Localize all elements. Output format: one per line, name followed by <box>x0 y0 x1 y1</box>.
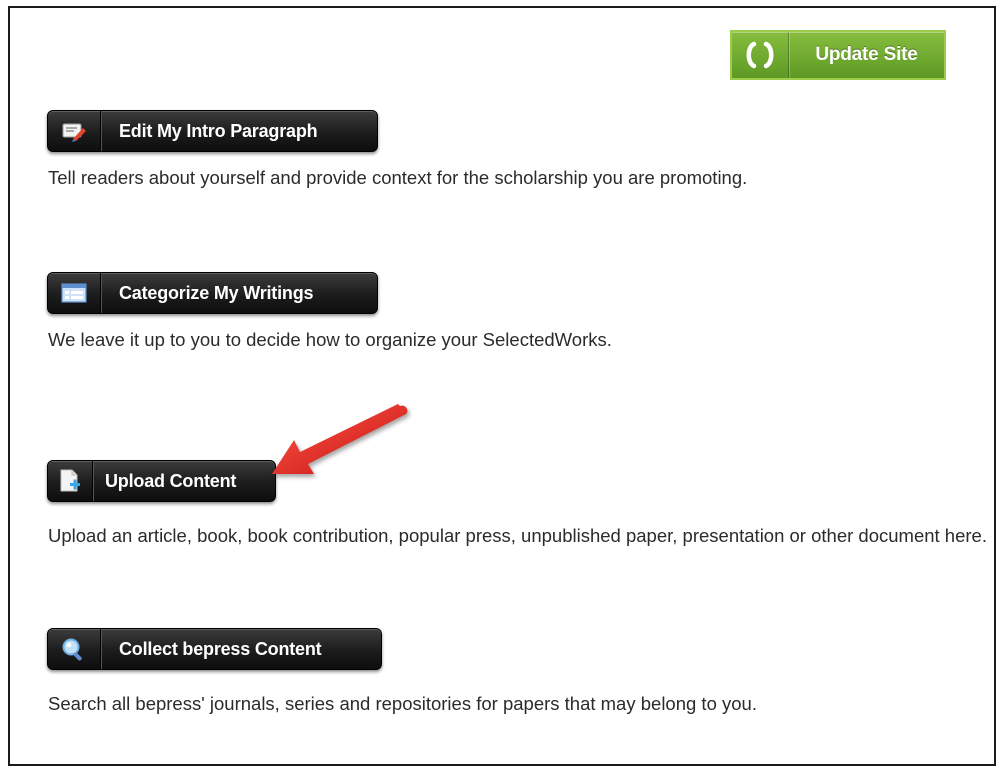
edit-intro-paragraph-button[interactable]: Edit My Intro Paragraph <box>47 110 378 152</box>
list-icon <box>48 273 101 313</box>
refresh-icon <box>732 32 789 78</box>
categorize-writings-button[interactable]: Categorize My Writings <box>47 272 378 314</box>
upload-document-icon <box>48 461 93 501</box>
edit-pencil-icon <box>48 111 101 151</box>
categorize-description: We leave it up to you to decide how to o… <box>48 329 612 350</box>
magnifier-icon <box>48 629 101 669</box>
edit-intro-paragraph-label: Edit My Intro Paragraph <box>119 120 318 141</box>
categorize-writings-label: Categorize My Writings <box>119 282 314 303</box>
update-site-label: Update Site <box>815 44 918 65</box>
collect-bepress-content-button[interactable]: Collect bepress Content <box>47 628 382 670</box>
upload-content-button[interactable]: Upload Content <box>47 460 276 502</box>
red-arrow-icon <box>272 404 408 474</box>
collect-bepress-content-label: Collect bepress Content <box>119 638 322 659</box>
edit-intro-description: Tell readers about yourself and provide … <box>48 167 748 188</box>
update-site-button[interactable]: Update Site <box>730 30 946 80</box>
upload-description: Upload an article, book, book contributi… <box>48 525 987 546</box>
collect-description: Search all bepress' journals, series and… <box>48 693 757 714</box>
upload-content-label: Upload Content <box>105 470 237 491</box>
